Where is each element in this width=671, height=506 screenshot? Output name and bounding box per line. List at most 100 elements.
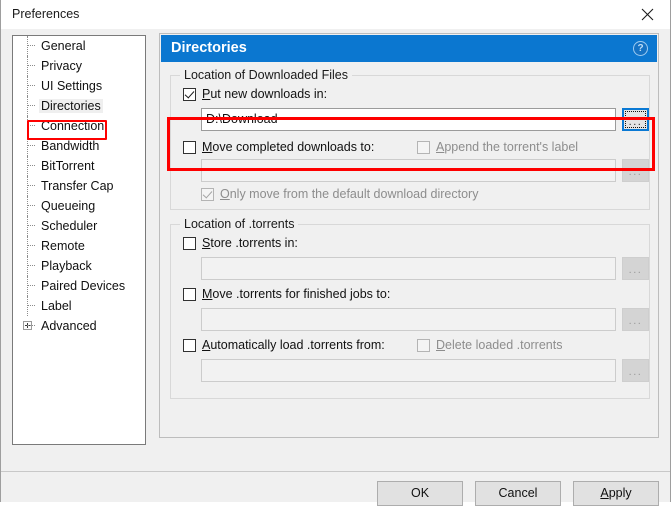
browse-download-path-button[interactable]: ... [622, 108, 649, 131]
sidebar-item-bandwidth[interactable]: Bandwidth [13, 136, 145, 156]
checkbox-move-completed-downloads[interactable]: Move completed downloads to: [183, 140, 374, 154]
checkbox-label-rest: ove completed downloads to: [212, 140, 375, 154]
tree-tick [27, 305, 35, 306]
checkbox-box[interactable] [183, 236, 196, 250]
checkbox-append-torrent-label[interactable]: Append the torrent's label [417, 140, 578, 154]
close-icon[interactable] [624, 0, 670, 29]
accel-char: D [436, 338, 446, 352]
browse-store-torrents-button[interactable]: ... [622, 257, 649, 280]
checkbox-put-new-downloads-in[interactable]: Put new downloads in: [183, 87, 327, 101]
checkbox-box[interactable] [417, 338, 430, 352]
browse-move-torrents-button[interactable]: ... [622, 308, 649, 331]
checkbox-label-rest: ove .torrents for finished jobs to: [212, 287, 391, 301]
accel-char: O [220, 187, 230, 201]
sidebar-item-label: Connection [41, 119, 105, 133]
tree-tick [27, 105, 35, 106]
sidebar-item-label: Paired Devices [41, 279, 126, 293]
tree-line [27, 296, 28, 316]
tree-line [27, 56, 28, 76]
help-icon[interactable]: ? [633, 41, 648, 56]
checkbox-box[interactable] [201, 187, 214, 201]
move-completed-path-input[interactable] [201, 159, 616, 182]
sidebar-item-paired-devices[interactable]: Paired Devices [13, 276, 145, 296]
apply-button[interactable]: Apply [573, 481, 659, 506]
sidebar-item-scheduler[interactable]: Scheduler [13, 216, 145, 236]
checkbox-auto-load-torrents[interactable]: Automatically load .torrents from: [183, 338, 385, 352]
checkbox-delete-loaded-torrents[interactable]: Delete loaded .torrents [417, 338, 562, 352]
move-torrents-path-input[interactable] [201, 308, 616, 331]
tree-tick [27, 85, 35, 86]
checkbox-store-torrents-in[interactable]: Store .torrents in: [183, 236, 298, 250]
checkbox-label: Put new downloads in: [202, 87, 327, 101]
tree-line [27, 236, 28, 256]
tree-tick [27, 165, 35, 166]
checkbox-box[interactable] [183, 87, 196, 101]
sidebar-item-bittorrent[interactable]: BitTorrent [13, 156, 145, 176]
download-path-input[interactable]: D:\Download [201, 108, 616, 131]
group-title: Location of .torrents [180, 217, 299, 231]
accel-char: M [202, 287, 213, 301]
checkbox-box[interactable] [183, 140, 196, 154]
ellipsis-icon: ... [628, 166, 643, 178]
checkbox-move-torrents-finished[interactable]: Move .torrents for finished jobs to: [183, 287, 390, 301]
title-bar: Preferences [1, 0, 670, 30]
cancel-button[interactable]: Cancel [475, 481, 561, 506]
tree-tick [27, 265, 35, 266]
store-torrents-path-input[interactable] [201, 257, 616, 280]
tree-line [27, 156, 28, 176]
checkbox-label-rest: ppend the torrent's label [444, 140, 579, 154]
sidebar-item-general[interactable]: General [13, 36, 145, 56]
checkbox-label-rest: ut new downloads in: [210, 87, 328, 101]
sidebar-item-ui-settings[interactable]: UI Settings [13, 76, 145, 96]
sidebar-item-remote[interactable]: Remote [13, 236, 145, 256]
sidebar-item-label: Bandwidth [41, 139, 100, 153]
sidebar-item-label: Playback [41, 259, 92, 273]
sidebar-item-connection[interactable]: Connection [13, 116, 145, 136]
tree-line [27, 116, 28, 136]
ok-button[interactable]: OK [377, 481, 463, 506]
checkbox-label: Move .torrents for finished jobs to: [202, 287, 390, 301]
group-location-of-downloaded-files: Location of Downloaded Files Put new dow… [170, 68, 650, 210]
apply-label-rest: pply [608, 486, 632, 500]
tree-tick [27, 225, 35, 226]
checkbox-only-move-from-default[interactable]: Only move from the default download dire… [201, 187, 478, 201]
settings-tree[interactable]: General Privacy UI Settings Directories [12, 35, 146, 445]
checkbox-label-rest: utomatically load .torrents from: [210, 338, 385, 352]
tree-line [27, 216, 28, 236]
sidebar-item-label: Remote [41, 239, 85, 253]
tree-line [27, 76, 28, 96]
settings-panel: Directories ? Location of Downloaded Fil… [159, 33, 659, 438]
checkbox-label-rest: elete loaded .torrents [445, 338, 563, 352]
browse-move-completed-button[interactable]: ... [622, 159, 649, 182]
sidebar-item-label: Label [41, 299, 72, 313]
checkbox-box[interactable] [183, 338, 196, 352]
auto-load-path-input[interactable] [201, 359, 616, 382]
sidebar-item-directories[interactable]: Directories [13, 96, 145, 116]
sidebar-item-queueing[interactable]: Queueing [13, 196, 145, 216]
preferences-dialog: Preferences General Privacy UI Settings … [0, 0, 671, 506]
checkbox-box[interactable] [417, 140, 430, 154]
tree-tick [27, 205, 35, 206]
browse-auto-load-button[interactable]: ... [622, 359, 649, 382]
tree-line [27, 176, 28, 196]
tree-tick [27, 125, 35, 126]
sidebar-item-label[interactable]: Label [13, 296, 145, 316]
checkbox-label: Delete loaded .torrents [436, 338, 562, 352]
sidebar-item-transfer-cap[interactable]: Transfer Cap [13, 176, 145, 196]
sidebar-item-playback[interactable]: Playback [13, 256, 145, 276]
page-title: Directories [171, 40, 247, 56]
checkbox-box[interactable] [183, 287, 196, 301]
checkbox-label: Append the torrent's label [436, 140, 578, 154]
ellipsis-icon: ... [628, 315, 643, 327]
tree-line [27, 96, 28, 116]
dialog-footer: OK Cancel Apply [1, 471, 670, 506]
checkbox-label: Only move from the default download dire… [220, 187, 478, 201]
accel-char: A [600, 486, 609, 500]
sidebar-item-label: Privacy [41, 59, 82, 73]
sidebar-item-advanced[interactable]: Advanced [13, 316, 145, 336]
sidebar-item-label: General [41, 39, 86, 53]
tree-tick [27, 285, 35, 286]
sidebar-item-label: BitTorrent [41, 159, 95, 173]
sidebar-item-privacy[interactable]: Privacy [13, 56, 145, 76]
ellipsis-icon: ... [628, 264, 643, 276]
